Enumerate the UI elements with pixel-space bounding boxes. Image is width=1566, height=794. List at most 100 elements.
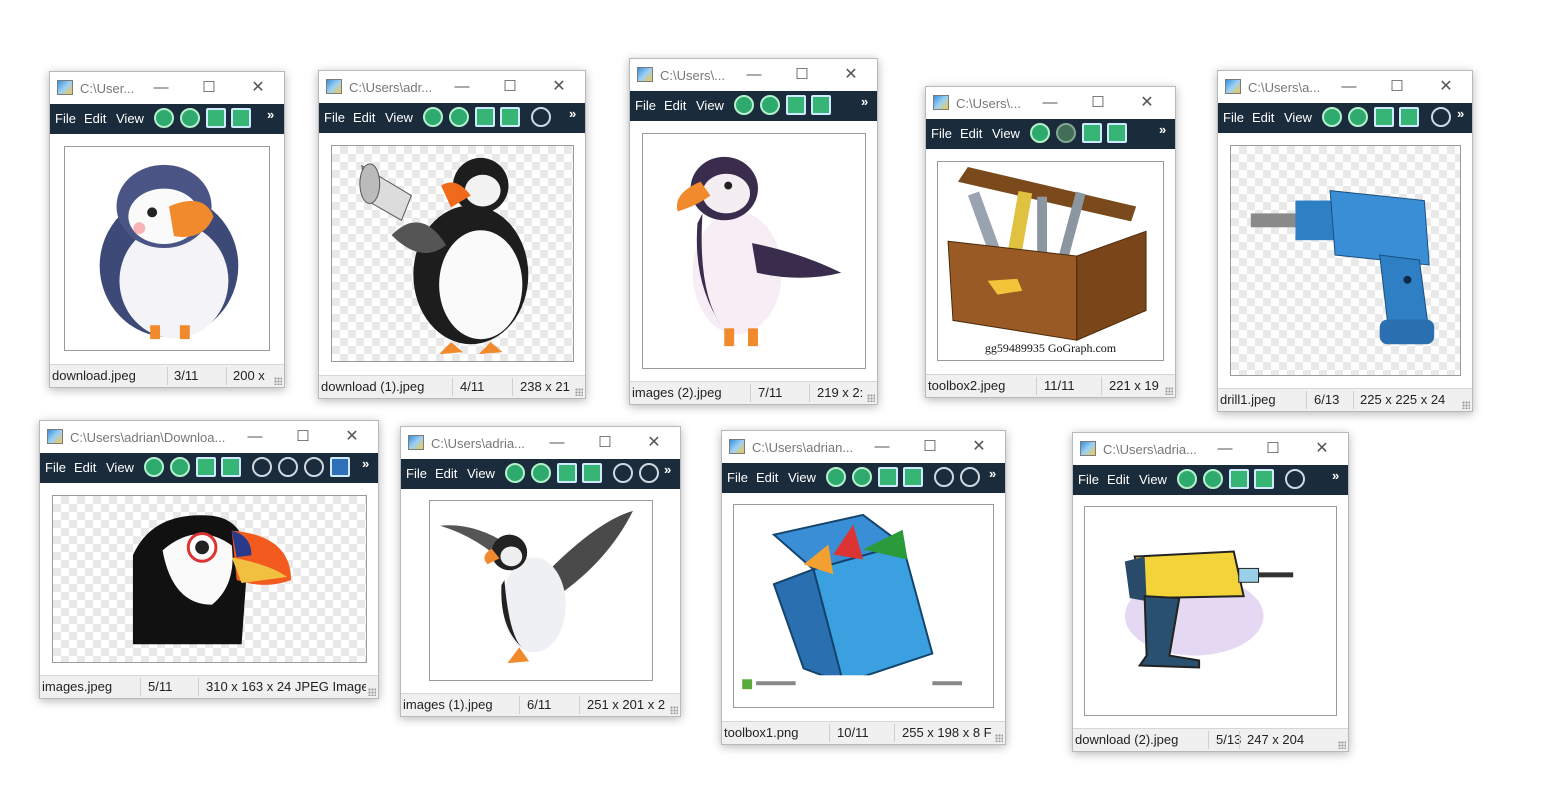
resize-grip[interactable] — [575, 388, 583, 396]
next-image-icon[interactable] — [1056, 123, 1076, 143]
paste-icon[interactable] — [231, 108, 251, 128]
menu-view[interactable]: View — [696, 98, 724, 113]
menu-view[interactable]: View — [467, 466, 495, 481]
maximize-button[interactable]: ☐ — [582, 431, 628, 455]
title-bar[interactable]: C:\User... — ☐ ✕ — [50, 72, 284, 104]
maximize-button[interactable]: ☐ — [1250, 437, 1296, 461]
close-button[interactable]: ✕ — [329, 425, 375, 449]
previous-image-icon[interactable] — [1030, 123, 1050, 143]
copy-icon[interactable] — [878, 467, 898, 487]
minimize-button[interactable]: — — [1326, 75, 1372, 99]
previous-image-icon[interactable] — [505, 463, 525, 483]
viewer-window-5[interactable]: C:\Users\a... — ☐ ✕ File Edit View » dri… — [1217, 70, 1473, 412]
zoom-out-icon[interactable] — [639, 463, 659, 483]
copy-icon[interactable] — [1082, 123, 1102, 143]
resize-grip[interactable] — [1338, 741, 1346, 749]
menu-file[interactable]: File — [1223, 110, 1244, 125]
paste-icon[interactable] — [811, 95, 831, 115]
menu-view[interactable]: View — [992, 126, 1020, 141]
previous-image-icon[interactable] — [1177, 469, 1197, 489]
copy-icon[interactable] — [1229, 469, 1249, 489]
viewer-window-6[interactable]: C:\Users\adrian\Downloa... — ☐ ✕ File Ed… — [39, 420, 379, 699]
minimize-button[interactable]: — — [1202, 437, 1248, 461]
resize-grip[interactable] — [670, 706, 678, 714]
paste-icon[interactable] — [221, 457, 241, 477]
menu-edit[interactable]: Edit — [1107, 472, 1129, 487]
zoom-in-icon[interactable] — [1431, 107, 1451, 127]
close-button[interactable]: ✕ — [1423, 75, 1469, 99]
title-bar[interactable]: C:\Users\adr... — ☐ ✕ — [319, 71, 585, 103]
menu-edit[interactable]: Edit — [1252, 110, 1274, 125]
previous-image-icon[interactable] — [826, 467, 846, 487]
maximize-button[interactable]: ☐ — [186, 76, 232, 100]
viewer-window-3[interactable]: C:\Users\... — ☐ ✕ File Edit View » imag… — [629, 58, 878, 405]
viewer-window-4[interactable]: C:\Users\... — ☐ ✕ File Edit View » gg59… — [925, 86, 1176, 398]
viewer-window-9[interactable]: C:\Users\adria... — ☐ ✕ File Edit View »… — [1072, 432, 1349, 752]
resize-grip[interactable] — [1165, 387, 1173, 395]
previous-image-icon[interactable] — [154, 108, 174, 128]
copy-icon[interactable] — [475, 107, 495, 127]
title-bar[interactable]: C:\Users\adria... — ☐ ✕ — [1073, 433, 1348, 465]
maximize-button[interactable]: ☐ — [280, 425, 326, 449]
copy-icon[interactable] — [206, 108, 226, 128]
previous-image-icon[interactable] — [1322, 107, 1342, 127]
maximize-button[interactable]: ☐ — [1075, 91, 1121, 115]
next-image-icon[interactable] — [531, 463, 551, 483]
next-image-icon[interactable] — [170, 457, 190, 477]
minimize-button[interactable]: — — [232, 425, 278, 449]
fit-window-icon[interactable] — [330, 457, 350, 477]
maximize-button[interactable]: ☐ — [907, 435, 953, 459]
close-button[interactable]: ✕ — [828, 63, 874, 87]
more-chevron-icon[interactable]: » — [1159, 122, 1166, 137]
maximize-button[interactable]: ☐ — [779, 63, 825, 87]
next-image-icon[interactable] — [1203, 469, 1223, 489]
next-image-icon[interactable] — [1348, 107, 1368, 127]
paste-icon[interactable] — [582, 463, 602, 483]
close-button[interactable]: ✕ — [235, 76, 281, 100]
title-bar[interactable]: C:\Users\... — ☐ ✕ — [926, 87, 1175, 119]
paste-icon[interactable] — [1399, 107, 1419, 127]
previous-image-icon[interactable] — [144, 457, 164, 477]
close-button[interactable]: ✕ — [956, 435, 1002, 459]
more-chevron-icon[interactable]: » — [1332, 468, 1339, 483]
menu-edit[interactable]: Edit — [756, 470, 778, 485]
next-image-icon[interactable] — [180, 108, 200, 128]
zoom-in-icon[interactable] — [531, 107, 551, 127]
menu-file[interactable]: File — [45, 460, 66, 475]
next-image-icon[interactable] — [449, 107, 469, 127]
previous-image-icon[interactable] — [734, 95, 754, 115]
close-button[interactable]: ✕ — [1124, 91, 1170, 115]
copy-icon[interactable] — [786, 95, 806, 115]
paste-icon[interactable] — [903, 467, 923, 487]
title-bar[interactable]: C:\Users\adria... — ☐ ✕ — [401, 427, 680, 459]
close-button[interactable]: ✕ — [1299, 437, 1345, 461]
menu-view[interactable]: View — [788, 470, 816, 485]
zoom-reset-icon[interactable] — [304, 457, 324, 477]
menu-view[interactable]: View — [1139, 472, 1167, 487]
resize-grip[interactable] — [1462, 401, 1470, 409]
menu-file[interactable]: File — [727, 470, 748, 485]
zoom-in-icon[interactable] — [613, 463, 633, 483]
menu-edit[interactable]: Edit — [664, 98, 686, 113]
minimize-button[interactable]: — — [439, 75, 485, 99]
close-button[interactable]: ✕ — [536, 75, 582, 99]
zoom-out-icon[interactable] — [278, 457, 298, 477]
viewer-window-8[interactable]: C:\Users\adrian... — ☐ ✕ File Edit View … — [721, 430, 1006, 745]
paste-icon[interactable] — [1254, 469, 1274, 489]
minimize-button[interactable]: — — [138, 76, 184, 100]
copy-icon[interactable] — [196, 457, 216, 477]
menu-view[interactable]: View — [1284, 110, 1312, 125]
menu-file[interactable]: File — [1078, 472, 1099, 487]
menu-edit[interactable]: Edit — [74, 460, 96, 475]
resize-grip[interactable] — [368, 688, 376, 696]
zoom-in-icon[interactable] — [1285, 469, 1305, 489]
more-chevron-icon[interactable]: » — [861, 94, 868, 109]
more-chevron-icon[interactable]: » — [1457, 106, 1464, 121]
maximize-button[interactable]: ☐ — [487, 75, 533, 99]
next-image-icon[interactable] — [852, 467, 872, 487]
menu-file[interactable]: File — [931, 126, 952, 141]
title-bar[interactable]: C:\Users\adrian\Downloa... — ☐ ✕ — [40, 421, 378, 453]
zoom-in-icon[interactable] — [252, 457, 272, 477]
menu-file[interactable]: File — [406, 466, 427, 481]
menu-edit[interactable]: Edit — [960, 126, 982, 141]
